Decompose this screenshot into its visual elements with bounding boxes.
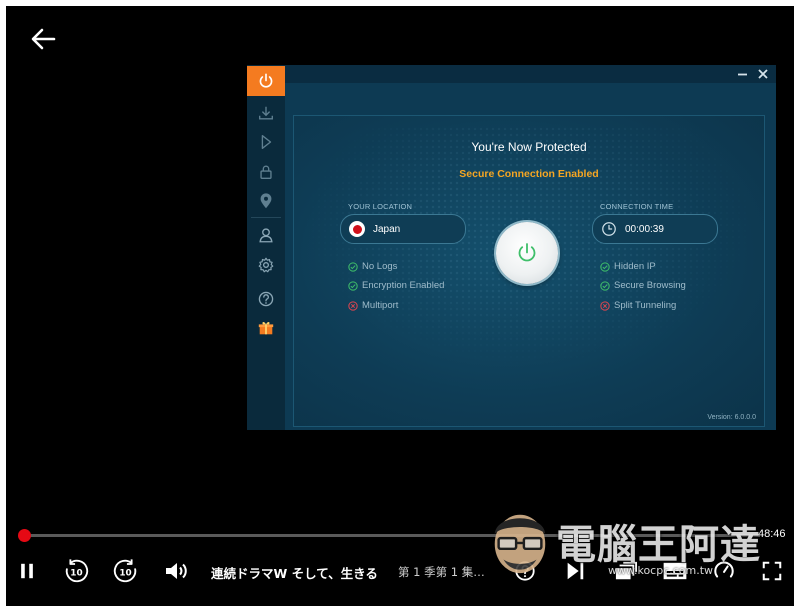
location-label: YOUR LOCATION <box>348 202 413 211</box>
user-icon <box>259 228 273 243</box>
svg-text:10: 10 <box>70 569 82 579</box>
close-icon[interactable] <box>754 65 772 83</box>
location-selector[interactable]: Japan <box>340 214 466 244</box>
cross-circle-icon <box>348 300 358 311</box>
connection-time-label: CONNECTION TIME <box>600 202 674 211</box>
rewind-10-button[interactable]: 10 <box>61 557 91 585</box>
volume-button[interactable] <box>162 557 192 585</box>
sidebar-item-download[interactable] <box>247 99 285 127</box>
connect-power-button[interactable] <box>496 222 558 284</box>
sidebar-item-play[interactable] <box>247 128 285 156</box>
mascot-face-icon <box>494 514 546 574</box>
pause-button[interactable] <box>14 557 40 585</box>
japan-flag-icon <box>349 221 365 237</box>
sidebar-item-account[interactable] <box>247 221 285 249</box>
gear-icon <box>258 257 274 273</box>
feature-multiport: Multiport <box>348 300 398 311</box>
forward-10-button[interactable]: 10 <box>111 557 141 585</box>
play-icon <box>261 135 272 149</box>
progress-scrubber[interactable] <box>17 529 31 542</box>
vpn-app-window: You're Now Protected Secure Connection E… <box>247 65 776 430</box>
pause-icon <box>21 563 33 579</box>
check-circle-icon <box>348 261 358 272</box>
protection-title: You're Now Protected <box>471 140 587 154</box>
video-player[interactable]: You're Now Protected Secure Connection E… <box>6 6 794 606</box>
download-icon <box>259 106 273 120</box>
show-title: 連続ドラマW そして、生きる <box>211 566 378 581</box>
power-icon <box>259 73 273 88</box>
help-icon <box>258 291 274 307</box>
watermark-url: www.kocpc.com.tw <box>608 564 714 577</box>
version-text: Version: 6.0.0.0 <box>707 414 756 421</box>
check-circle-icon <box>348 280 358 291</box>
connection-status: Secure Connection Enabled <box>459 168 599 180</box>
check-circle-icon <box>600 261 610 272</box>
site-watermark: 電腦王阿達 www.kocpc.com.tw <box>486 494 786 594</box>
sidebar-item-gift[interactable] <box>247 314 285 342</box>
forward-10-icon: 10 <box>113 559 137 583</box>
lock-icon <box>260 165 272 179</box>
rewind-10-icon: 10 <box>65 559 89 583</box>
gift-icon <box>258 322 274 335</box>
location-value: Japan <box>373 223 401 235</box>
svg-text:10: 10 <box>119 569 131 579</box>
feature-hidden-ip: Hidden IP <box>600 261 656 272</box>
feature-split-tunneling: Split Tunneling <box>600 300 676 311</box>
vpn-sidebar <box>247 65 285 430</box>
location-icon <box>260 193 272 209</box>
vpn-titlebar <box>285 65 776 83</box>
connection-time-value: 00:00:39 <box>625 223 664 235</box>
feature-encryption: Encryption Enabled <box>348 280 444 291</box>
vpn-status-panel: You're Now Protected Secure Connection E… <box>293 115 765 427</box>
cross-circle-icon <box>600 300 610 311</box>
sidebar-item-location[interactable] <box>247 187 285 215</box>
clock-icon <box>601 221 617 237</box>
sidebar-divider <box>251 217 281 218</box>
sidebar-item-help[interactable] <box>247 285 285 313</box>
minimize-icon[interactable] <box>734 65 752 83</box>
sidebar-item-lock[interactable] <box>247 158 285 186</box>
power-icon <box>518 243 536 262</box>
sidebar-item-settings[interactable] <box>247 251 285 279</box>
watermark-text: 電腦王阿達 <box>556 522 761 568</box>
volume-icon <box>166 563 187 579</box>
check-circle-icon <box>600 280 610 291</box>
back-arrow-icon[interactable] <box>28 24 58 54</box>
connection-time-display: 00:00:39 <box>592 214 718 244</box>
sidebar-item-power[interactable] <box>247 66 285 96</box>
episode-label: 第 1 季第 1 集… <box>398 565 485 579</box>
feature-no-logs: No Logs <box>348 261 397 272</box>
feature-secure-browsing: Secure Browsing <box>600 280 686 291</box>
